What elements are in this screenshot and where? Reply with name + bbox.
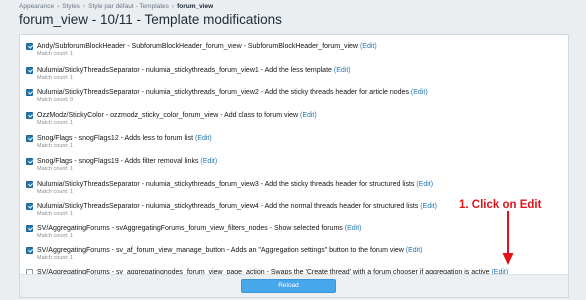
page-title: forum_view - 10/11 - Template modificati… <box>19 12 282 27</box>
match-count: Match count: 1 <box>37 233 74 239</box>
breadcrumb-current[interactable]: forum_view <box>177 3 213 10</box>
modification-line: Nulumia/StickyThreadsSeparator - nulumia… <box>37 180 433 189</box>
modification-line: Snog/Flags - snogFlags19 - Adds filter r… <box>37 157 217 166</box>
edit-link[interactable]: (Edit) <box>200 158 217 165</box>
modification-checkbox[interactable] <box>26 225 33 232</box>
match-count: Match count: 0 <box>37 97 74 103</box>
modification-checkbox[interactable] <box>26 135 33 142</box>
modification-line: Nulumia/StickyThreadsSeparator - nulumia… <box>37 66 351 75</box>
modification-checkbox[interactable] <box>26 181 33 188</box>
match-count: Match count: 1 <box>37 255 74 261</box>
edit-link[interactable]: (Edit) <box>420 203 437 210</box>
breadcrumb-templates[interactable]: Style par défaut - Templates <box>88 3 169 10</box>
modification-title: Nulumia/StickyThreadsSeparator - nulumia… <box>37 181 415 188</box>
modification-line: Andy/SubforumBlockHeader - SubforumBlock… <box>37 42 377 51</box>
edit-link[interactable]: (Edit) <box>411 89 428 96</box>
modification-line: Snog/Flags - snogFlags12 - Adds less to … <box>37 134 212 143</box>
annotation-label: 1. Click on Edit <box>459 199 542 211</box>
modification-title: Andy/SubforumBlockHeader - SubforumBlock… <box>37 43 358 50</box>
modification-checkbox[interactable] <box>26 112 33 119</box>
modification-line: SV/AggregatingForums - svAggregatingForu… <box>37 224 362 233</box>
edit-link[interactable]: (Edit) <box>360 43 377 50</box>
modification-line: Nulumia/StickyThreadsSeparator - nulumia… <box>37 202 437 211</box>
edit-link[interactable]: (Edit) <box>416 181 433 188</box>
modification-checkbox[interactable] <box>26 203 33 210</box>
form-footer: Reload <box>20 274 568 297</box>
modification-title: Snog/Flags - snogFlags19 - Adds filter r… <box>37 158 199 165</box>
breadcrumb-styles[interactable]: Styles <box>62 3 80 10</box>
reload-button[interactable]: Reload <box>241 279 336 293</box>
modification-title: SV/AggregatingForums - sv_af_forum_view_… <box>37 247 404 254</box>
match-count: Match count: 1 <box>37 166 74 172</box>
edit-link[interactable]: (Edit) <box>345 225 362 232</box>
modification-checkbox[interactable] <box>26 67 33 74</box>
modification-line: OzzModz/StickyColor - ozzmodz_sticky_col… <box>37 111 317 120</box>
edit-link[interactable]: (Edit) <box>334 67 351 74</box>
modification-checkbox[interactable] <box>26 89 33 96</box>
match-count: Match count: 1 <box>37 143 74 149</box>
edit-link[interactable]: (Edit) <box>195 135 212 142</box>
edit-link[interactable]: (Edit) <box>406 247 423 254</box>
modification-line: SV/AggregatingForums - sv_af_forum_view_… <box>37 246 423 255</box>
modification-checkbox[interactable] <box>26 247 33 254</box>
match-count: Match count: 1 <box>37 189 74 195</box>
match-count: Match count: 1 <box>37 211 74 217</box>
modification-checkbox[interactable] <box>26 43 33 50</box>
breadcrumb: Appearance › Styles › Style par défaut - Tem… <box>19 3 213 10</box>
match-count: Match count: 1 <box>37 51 74 57</box>
template-modifications-panel: Andy/SubforumBlockHeader - SubforumBlock… <box>19 34 569 298</box>
modification-title: Nulumia/StickyThreadsSeparator - nulumia… <box>37 203 419 210</box>
edit-link[interactable]: (Edit) <box>300 112 317 119</box>
breadcrumb-appearance[interactable]: Appearance <box>19 3 54 10</box>
modification-title: Snog/Flags - snogFlags12 - Adds less to … <box>37 135 194 142</box>
modification-title: SV/AggregatingForums - svAggregatingForu… <box>37 225 343 232</box>
modification-title: OzzModz/StickyColor - ozzmodz_sticky_col… <box>37 112 299 119</box>
modification-title: Nulumia/StickyThreadsSeparator - nulumia… <box>37 89 409 96</box>
arrow-down-icon <box>502 211 514 265</box>
breadcrumb-separator: › <box>171 3 175 10</box>
breadcrumb-separator: › <box>82 3 86 10</box>
match-count: Match count: 1 <box>37 75 74 81</box>
breadcrumb-separator: › <box>57 3 60 10</box>
modification-line: Nulumia/StickyThreadsSeparator - nulumia… <box>37 88 428 97</box>
modification-checkbox[interactable] <box>26 158 33 165</box>
modification-title: Nulumia/StickyThreadsSeparator - nulumia… <box>37 67 332 74</box>
match-count: Match count: 1 <box>37 120 74 126</box>
